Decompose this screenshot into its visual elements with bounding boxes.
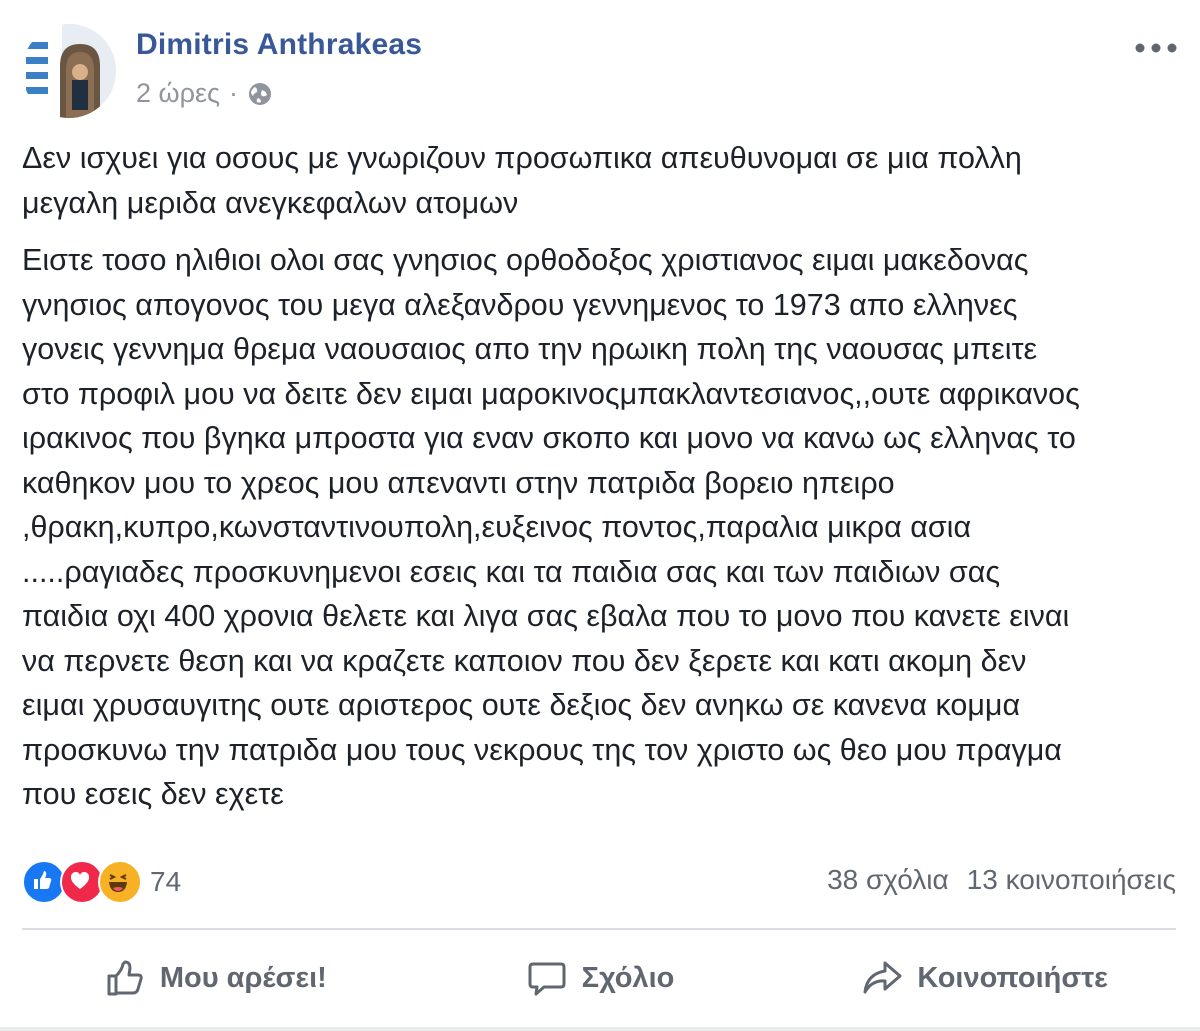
shares-count[interactable]: 13 κοινοποιήσεις [967, 864, 1176, 896]
facebook-post: Dimitris Anthrakeas 2 ώρες · Δεν ισχυει … [0, 0, 1200, 1031]
reaction-count[interactable]: 74 [150, 866, 181, 898]
haha-reaction-icon [98, 860, 142, 904]
avatar-image [22, 24, 116, 118]
post-header: Dimitris Anthrakeas 2 ώρες · [22, 24, 1182, 120]
comment-icon [528, 962, 566, 996]
like-label: Μου αρέσει! [159, 961, 327, 994]
share-label: Κοινοποιήστε [917, 961, 1108, 994]
post-stats: 38 σχόλια 13 κοινοποιήσεις [827, 864, 1176, 896]
post-bottom-border [0, 1027, 1200, 1031]
post-paragraph-1: Δεν ισχυει για οσους με γνωριζουν προσωπ… [22, 141, 1022, 220]
avatar[interactable] [22, 24, 116, 118]
comment-label: Σχόλιο [581, 961, 675, 994]
meta-separator: · [229, 78, 239, 108]
share-button[interactable]: Κοινοποιήστε [791, 940, 1176, 1016]
thumbs-up-icon [107, 960, 143, 996]
share-icon [863, 961, 902, 994]
post-timestamp[interactable]: 2 ώρες [136, 78, 220, 109]
globe-icon[interactable] [247, 81, 273, 107]
post-content: Δεν ισχυει για οσους με γνωριζουν προσωπ… [22, 136, 1178, 817]
like-button[interactable]: Μου αρέσει! [22, 940, 407, 1016]
comments-count[interactable]: 38 σχόλια [827, 864, 949, 896]
author-name[interactable]: Dimitris Anthrakeas [136, 28, 422, 62]
divider [22, 928, 1176, 930]
post-paragraph-2: Ειστε τοσο ηλιθιοι ολοι σας γνησιος ορθο… [22, 243, 1080, 811]
action-bar: Μου αρέσει! Σχόλιο Κοινοποιήστε [22, 940, 1176, 1016]
more-options-icon[interactable] [1134, 38, 1178, 58]
reactions-summary[interactable]: 74 [22, 860, 181, 904]
post-meta: 2 ώρες · [136, 78, 273, 109]
comment-button[interactable]: Σχόλιο [407, 940, 792, 1016]
